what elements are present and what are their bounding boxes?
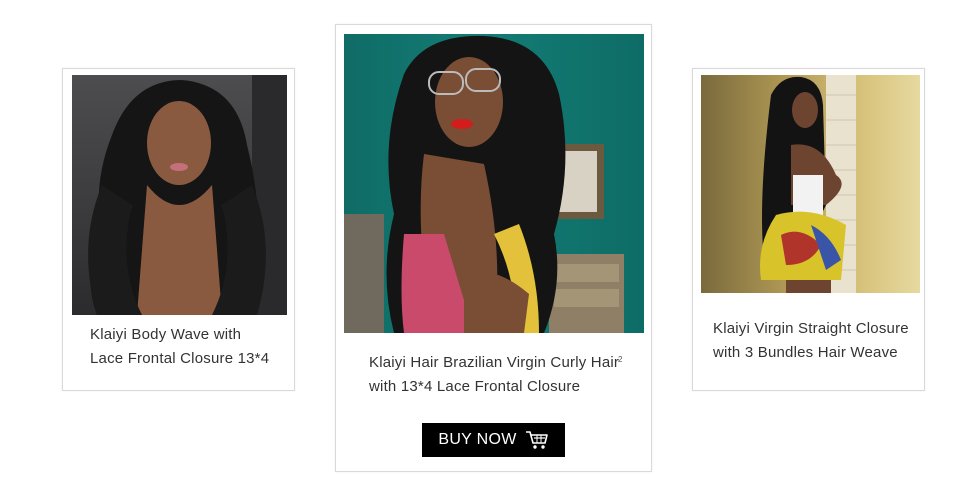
buy-now-label: BUY NOW [438, 431, 517, 448]
model-photo-icon [344, 35, 624, 333]
product-title-line: with 3 Bundles Hair Weave [713, 344, 898, 361]
superscript-note: 2 [618, 355, 623, 364]
product-title[interactable]: Klaiyi Hair Brazilian Virgin Curly Hair … [369, 351, 619, 399]
model-photo-icon [88, 75, 287, 315]
product-title[interactable]: Klaiyi Body Wave with Lace Frontal Closu… [90, 323, 269, 371]
product-card-straight-hair[interactable]: Klaiyi Virgin Straight Closure with 3 Bu… [692, 68, 925, 391]
product-title-line: Klaiyi Hair Brazilian Virgin Curly Hair [369, 354, 620, 371]
buy-now-button[interactable]: BUY NOW [422, 423, 565, 457]
product-title-line: Klaiyi Body Wave with [90, 326, 242, 343]
product-title[interactable]: Klaiyi Virgin Straight Closure with 3 Bu… [713, 317, 909, 365]
product-card-body-wave[interactable]: Klaiyi Body Wave with Lace Frontal Closu… [62, 68, 295, 391]
cart-icon [525, 431, 548, 449]
product-title-line: Lace Frontal Closure 13*4 [90, 350, 270, 367]
product-image[interactable] [72, 75, 287, 315]
product-title-line: with 13*4 Lace Frontal Closure [369, 378, 581, 395]
model-photo-icon [760, 75, 856, 293]
product-image[interactable] [701, 75, 920, 293]
product-image[interactable] [344, 34, 644, 333]
product-title-line: Klaiyi Virgin Straight Closure [713, 320, 909, 337]
product-card-curly-hair[interactable]: Klaiyi Hair Brazilian Virgin Curly Hair … [335, 24, 652, 472]
